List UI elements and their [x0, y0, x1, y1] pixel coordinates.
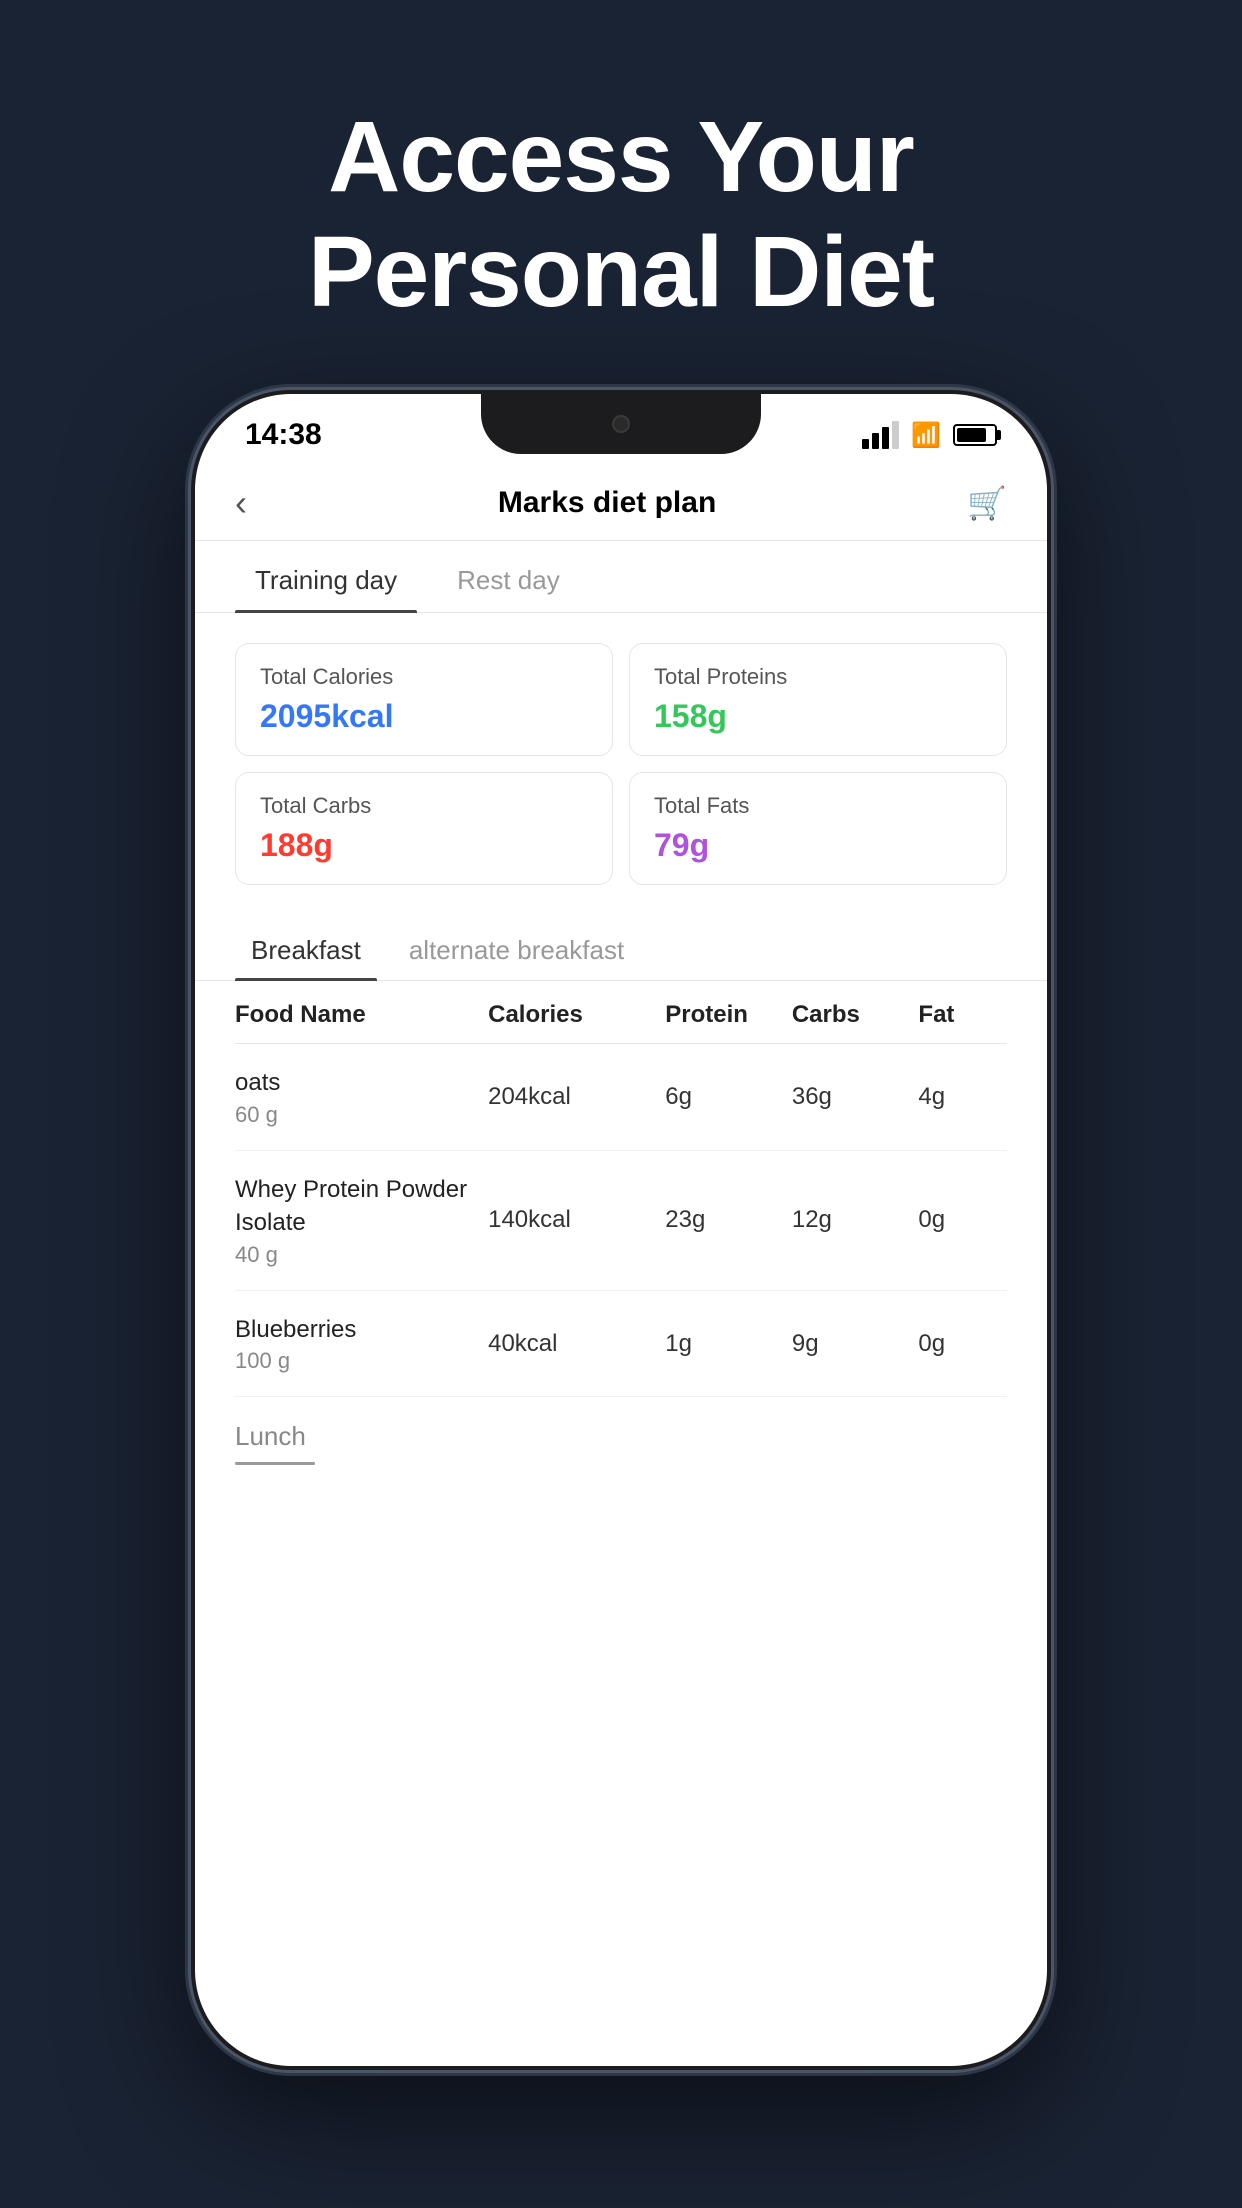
food-name-cell-blueberries: Blueberries 100 g: [235, 1313, 488, 1375]
app-header: ‹ Marks diet plan 🛒: [195, 466, 1047, 541]
phone-notch: [481, 394, 761, 454]
stat-value-proteins: 158g: [654, 698, 982, 735]
food-carbs-blueberries: 9g: [792, 1330, 919, 1358]
col-header-fat: Fat: [918, 1001, 1007, 1029]
hero-section: Access Your Personal Diet: [0, 0, 1242, 390]
stat-label-calories: Total Calories: [260, 664, 588, 690]
stat-label-proteins: Total Proteins: [654, 664, 982, 690]
col-header-protein: Protein: [665, 1001, 792, 1029]
back-button[interactable]: ‹: [235, 482, 247, 524]
phone-wrapper: 14:38 📶 ‹ Marks diet pla: [0, 390, 1242, 2070]
hero-title-line1: Access Your: [328, 101, 914, 213]
food-amount-oats: 60 g: [235, 1102, 488, 1128]
food-amount-whey: 40 g: [235, 1242, 488, 1268]
food-name-cell-whey: Whey Protein Powder Isolate 40 g: [235, 1173, 488, 1268]
signal-icon: [862, 421, 899, 449]
food-name-cell-oats: oats 60 g: [235, 1066, 488, 1128]
notch-camera: [612, 415, 630, 433]
stat-label-fats: Total Fats: [654, 793, 982, 819]
food-carbs-whey: 12g: [792, 1206, 919, 1234]
food-name-blueberries: Blueberries: [235, 1313, 488, 1347]
stat-card-fats: Total Fats 79g: [629, 772, 1007, 885]
stat-card-proteins: Total Proteins 158g: [629, 643, 1007, 756]
stat-value-carbs: 188g: [260, 827, 588, 864]
food-calories-blueberries: 40kcal: [488, 1330, 665, 1358]
cart-icon[interactable]: 🛒: [967, 484, 1007, 522]
stat-card-calories: Total Calories 2095kcal: [235, 643, 613, 756]
stat-label-carbs: Total Carbs: [260, 793, 588, 819]
table-row: Whey Protein Powder Isolate 40 g 140kcal…: [235, 1151, 1007, 1291]
lunch-section-underline: [235, 1462, 315, 1465]
tab-alternate-breakfast[interactable]: alternate breakfast: [393, 915, 640, 980]
table-row: Blueberries 100 g 40kcal 1g 9g 0g: [235, 1291, 1007, 1398]
meal-tab-bar: Breakfast alternate breakfast: [195, 915, 1047, 981]
food-table: Food Name Calories Protein Carbs Fat oat…: [195, 981, 1047, 1397]
status-icons: 📶: [862, 421, 997, 450]
table-header: Food Name Calories Protein Carbs Fat: [235, 981, 1007, 1044]
food-name-whey: Whey Protein Powder Isolate: [235, 1173, 488, 1240]
col-header-carbs: Carbs: [792, 1001, 919, 1029]
stats-grid: Total Calories 2095kcal Total Proteins 1…: [195, 613, 1047, 915]
food-calories-whey: 140kcal: [488, 1206, 665, 1234]
food-calories-oats: 204kcal: [488, 1083, 665, 1111]
stat-value-calories: 2095kcal: [260, 698, 588, 735]
day-tab-bar: Training day Rest day: [195, 541, 1047, 613]
hero-title: Access Your Personal Diet: [0, 100, 1242, 330]
tab-breakfast[interactable]: Breakfast: [235, 915, 377, 980]
stat-card-carbs: Total Carbs 188g: [235, 772, 613, 885]
phone-screen: 14:38 📶 ‹ Marks diet pla: [195, 394, 1047, 2066]
col-header-food-name: Food Name: [235, 1001, 488, 1029]
stat-value-fats: 79g: [654, 827, 982, 864]
food-fat-blueberries: 0g: [918, 1330, 1007, 1358]
lunch-section-title: Lunch: [235, 1421, 1007, 1452]
food-fat-oats: 4g: [918, 1083, 1007, 1111]
food-protein-blueberries: 1g: [665, 1330, 792, 1358]
food-protein-oats: 6g: [665, 1083, 792, 1111]
status-time: 14:38: [245, 418, 322, 452]
food-fat-whey: 0g: [918, 1206, 1007, 1234]
tab-training-day[interactable]: Training day: [235, 541, 417, 612]
food-name-oats: oats: [235, 1066, 488, 1100]
wifi-icon: 📶: [911, 421, 941, 450]
tab-rest-day[interactable]: Rest day: [437, 541, 580, 612]
battery-icon: [953, 424, 997, 446]
lunch-section-header: Lunch: [195, 1397, 1047, 1465]
page-title: Marks diet plan: [498, 486, 716, 520]
col-header-calories: Calories: [488, 1001, 665, 1029]
hero-title-line2: Personal Diet: [308, 216, 934, 328]
food-carbs-oats: 36g: [792, 1083, 919, 1111]
food-protein-whey: 23g: [665, 1206, 792, 1234]
table-row: oats 60 g 204kcal 6g 36g 4g: [235, 1044, 1007, 1151]
phone-frame: 14:38 📶 ‹ Marks diet pla: [191, 390, 1051, 2070]
food-amount-blueberries: 100 g: [235, 1348, 488, 1374]
